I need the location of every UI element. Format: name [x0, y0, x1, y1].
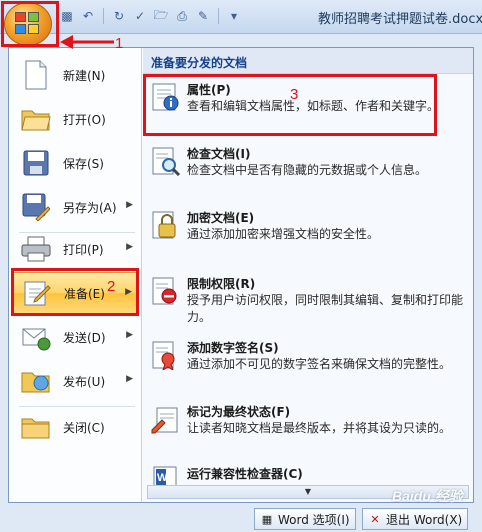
left-menu-pane: 新建(N) 打开(O) 保存(S) 另存为(A) ▶ 打印(P) ▶ 准备(E)…	[9, 48, 142, 502]
print-icon[interactable]: ⎙	[173, 7, 191, 25]
open-folder-icon[interactable]: 🗁	[152, 7, 170, 25]
office-button[interactable]	[4, 2, 52, 46]
new-document-icon	[19, 59, 53, 91]
exit-word-button[interactable]: ✕ 退出 Word(X)	[362, 508, 469, 530]
redo-icon[interactable]: ↻	[110, 7, 128, 25]
office-menu: 新建(N) 打开(O) 保存(S) 另存为(A) ▶ 打印(P) ▶ 准备(E)…	[8, 47, 474, 503]
save-as-icon	[19, 191, 53, 223]
menu-item-label: 另存为(A)	[63, 200, 117, 215]
submenu-item-signature[interactable]: 添加数字签名(S) 通过添加不可见的数字签名来确保文档的完整性。	[147, 340, 469, 374]
menu-item-label: 保存(S)	[63, 156, 104, 171]
digital-signature-icon	[149, 340, 183, 374]
menu-item-send[interactable]: 发送(D) ▶	[11, 316, 139, 358]
close-icon: ✕	[370, 512, 380, 526]
submenu-item-desc: 授予用户访问权限，同时限制其编辑、复制和打印能力。	[187, 293, 464, 324]
edit-icon[interactable]: ✎	[194, 7, 212, 25]
annotation-number: 1	[115, 35, 124, 52]
save-icon	[19, 147, 53, 179]
submenu-item-desc: 通过添加不可见的数字签名来确保文档的完整性。	[187, 357, 452, 371]
print-icon	[19, 233, 53, 265]
word-options-label: Word 选项(I)	[278, 512, 350, 527]
open-folder-icon	[19, 103, 53, 135]
menu-item-close[interactable]: 关闭(C)	[11, 406, 139, 448]
toolbar-separator	[103, 8, 104, 24]
menu-item-label: 打印(P)	[63, 242, 104, 257]
publish-icon	[19, 365, 53, 397]
submenu-item-title: 属性(P)	[187, 83, 231, 97]
menu-item-label: 发送(D)	[63, 330, 106, 345]
quick-access-toolbar: ▩ ↶ ↻ ✓ 🗁 ⎙ ✎ ▾	[58, 7, 243, 25]
submenu-item-title: 运行兼容性检查器(C)	[187, 467, 303, 481]
submenu-item-mark-final[interactable]: 标记为最终状态(F) 让读者知晓文档是最终版本，并将其设为只读的。	[147, 404, 469, 438]
menu-item-prepare[interactable]: 准备(E) ▶	[11, 272, 139, 314]
toolbar-separator	[218, 8, 219, 24]
submenu-item-inspect[interactable]: 检查文档(I) 检查文档中是否有隐藏的元数据或个人信息。	[147, 146, 469, 180]
menu-footer: ▦ Word 选项(I) ✕ 退出 Word(X)	[0, 503, 482, 532]
spellcheck-icon[interactable]: ✓	[131, 7, 149, 25]
submenu-item-title: 添加数字签名(S)	[187, 341, 279, 355]
office-logo-icon	[15, 12, 41, 36]
submenu-header: 准备要分发的文档	[143, 48, 473, 74]
word-options-button[interactable]: ▦ Word 选项(I)	[254, 508, 356, 530]
menu-item-open[interactable]: 打开(O)	[11, 98, 139, 140]
inspect-document-icon	[149, 146, 183, 180]
submenu-item-title: 加密文档(E)	[187, 211, 255, 225]
window-title: 教师招聘考试押题试卷.docx	[318, 12, 482, 27]
menu-item-label: 打开(O)	[63, 112, 106, 127]
save-icon[interactable]: ▩	[58, 7, 76, 25]
properties-icon	[149, 82, 183, 116]
submenu-item-title: 限制权限(R)	[187, 277, 256, 291]
menu-item-label: 新建(N)	[63, 68, 106, 83]
mark-final-icon	[149, 404, 183, 438]
menu-item-save-as[interactable]: 另存为(A) ▶	[11, 186, 139, 228]
menu-item-label: 发布(U)	[63, 374, 106, 389]
submenu-arrow-icon: ▶	[126, 200, 133, 210]
annotation-number: 2	[107, 278, 116, 295]
submenu-arrow-icon: ▶	[126, 374, 133, 384]
options-icon: ▦	[261, 512, 273, 526]
submenu-arrow-icon: ▶	[126, 330, 133, 340]
prepare-icon	[20, 277, 54, 309]
customize-icon[interactable]: ▾	[225, 7, 243, 25]
menu-item-print[interactable]: 打印(P) ▶	[11, 228, 139, 270]
watermark: Baidu 经验	[392, 488, 463, 504]
title-bar: ▩ ↶ ↻ ✓ 🗁 ⎙ ✎ ▾ 教师招聘考试押题试卷.docx	[0, 0, 482, 46]
submenu-item-title: 检查文档(I)	[187, 147, 251, 161]
restrict-permission-icon	[149, 276, 183, 310]
submenu-item-encrypt[interactable]: 加密文档(E) 通过添加加密来增强文档的安全性。	[147, 210, 469, 244]
submenu-arrow-icon: ▶	[125, 287, 132, 297]
prepare-submenu: 准备要分发的文档 属性(P) 查看和编辑文档属性，如标题、作者和关键字。 检查文…	[143, 48, 473, 502]
send-icon	[19, 321, 53, 353]
submenu-item-desc: 检查文档中是否有隐藏的元数据或个人信息。	[187, 163, 428, 177]
annotation-arrow-icon	[60, 35, 114, 49]
menu-item-new[interactable]: 新建(N)	[11, 54, 139, 96]
undo-icon[interactable]: ↶	[79, 7, 97, 25]
exit-word-label: 退出 Word(X)	[386, 512, 463, 527]
submenu-arrow-icon: ▶	[126, 242, 133, 252]
menu-item-save[interactable]: 保存(S)	[11, 142, 139, 184]
menu-item-label: 关闭(C)	[63, 420, 105, 435]
annotation-number: 3	[290, 86, 299, 103]
submenu-item-desc: 查看和编辑文档属性，如标题、作者和关键字。	[187, 99, 440, 113]
submenu-item-desc: 让读者知晓文档是最终版本，并将其设为只读的。	[187, 421, 452, 435]
menu-item-publish[interactable]: 发布(U) ▶	[11, 360, 139, 402]
close-folder-icon	[19, 411, 53, 443]
chevron-down-icon: ▼	[304, 487, 312, 496]
submenu-item-properties[interactable]: 属性(P) 查看和编辑文档属性，如标题、作者和关键字。	[147, 82, 469, 116]
submenu-item-title: 标记为最终状态(F)	[187, 405, 291, 419]
encrypt-lock-icon	[149, 210, 183, 244]
submenu-item-desc: 通过添加加密来增强文档的安全性。	[187, 227, 380, 241]
menu-item-label: 准备(E)	[64, 286, 105, 301]
svg-text:W: W	[157, 472, 168, 484]
submenu-item-restrict[interactable]: 限制权限(R) 授予用户访问权限，同时限制其编辑、复制和打印能力。	[147, 276, 469, 326]
